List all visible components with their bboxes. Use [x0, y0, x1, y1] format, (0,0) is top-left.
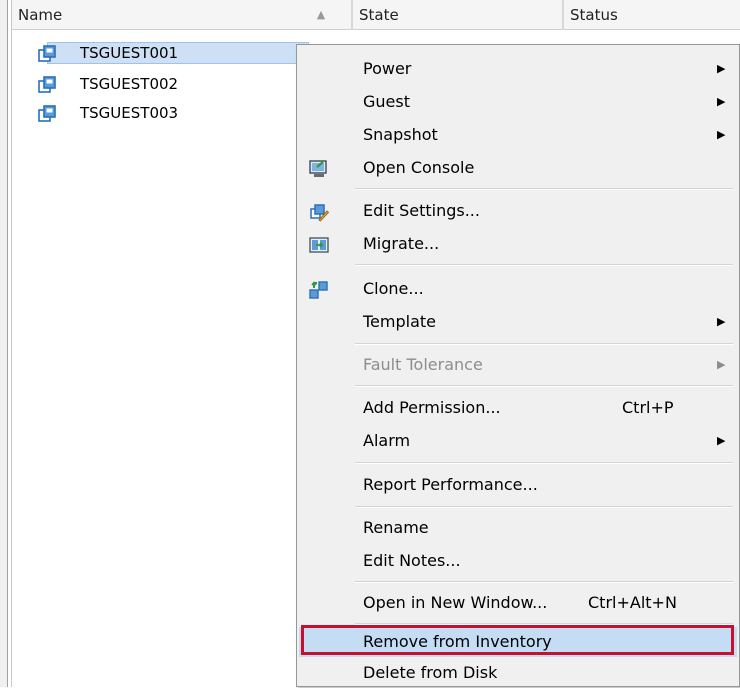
menu-item-guest[interactable]: Guest ▶ — [299, 87, 737, 117]
column-header: Name ▲ State Status — [12, 0, 740, 30]
menu-item-report-performance[interactable]: Report Performance... — [299, 470, 737, 500]
annotation-highlight-box — [301, 625, 734, 655]
menu-item-template[interactable]: Template ▶ — [299, 307, 737, 337]
menu-separator — [355, 462, 733, 464]
menu-item-label: Template — [363, 312, 437, 331]
vm-name: TSGUEST001 — [80, 44, 179, 62]
vm-name: TSGUEST002 — [80, 75, 179, 93]
menu-separator — [355, 343, 733, 345]
console-icon — [309, 160, 327, 177]
menu-separator — [355, 506, 733, 508]
submenu-arrow-icon: ▶ — [717, 315, 726, 328]
virtual-machine-icon — [38, 45, 56, 62]
menu-item-label: Alarm — [363, 431, 411, 450]
menu-item-label: Rename — [363, 518, 429, 537]
column-name-label: Name — [18, 6, 63, 24]
menu-item-label: Open Console — [363, 158, 475, 177]
submenu-arrow-icon: ▶ — [717, 434, 726, 447]
menu-item-label: Open in New Window... — [363, 593, 548, 612]
column-name-header[interactable]: Name — [12, 0, 352, 30]
menu-separator — [355, 188, 733, 190]
column-state-header[interactable]: State — [352, 0, 563, 30]
menu-item-label: Migrate... — [363, 234, 440, 253]
submenu-arrow-icon: ▶ — [717, 358, 726, 371]
menu-item-alarm[interactable]: Alarm ▶ — [299, 426, 737, 456]
menu-item-label: Power — [363, 59, 412, 78]
menu-item-open-new-window[interactable]: Open in New Window... Ctrl+Alt+N — [299, 588, 737, 618]
submenu-arrow-icon: ▶ — [717, 95, 726, 108]
menu-item-clone[interactable]: Clone... — [299, 274, 737, 304]
submenu-arrow-icon: ▶ — [717, 62, 726, 75]
menu-separator — [355, 264, 733, 266]
menu-item-add-permission[interactable]: Add Permission... Ctrl+P — [299, 393, 737, 423]
menu-item-fault-tolerance: Fault Tolerance ▶ — [299, 350, 737, 380]
menu-item-edit-settings[interactable]: Edit Settings... — [299, 196, 737, 226]
column-status-header[interactable]: Status — [563, 0, 740, 30]
menu-item-label: Delete from Disk — [363, 663, 498, 682]
menu-item-label: Edit Notes... — [363, 551, 461, 570]
clone-icon — [309, 281, 328, 299]
menu-item-label: Report Performance... — [363, 475, 538, 494]
menu-item-delete-from-disk[interactable]: Delete from Disk — [299, 658, 737, 688]
edit-settings-icon — [310, 204, 329, 222]
menu-item-label: Clone... — [363, 279, 424, 298]
menu-item-shortcut: Ctrl+Alt+N — [588, 593, 677, 612]
virtual-machine-icon — [38, 76, 56, 93]
column-status-label: Status — [570, 6, 618, 24]
menu-item-shortcut: Ctrl+P — [622, 398, 674, 417]
left-frame — [0, 0, 8, 687]
menu-item-snapshot[interactable]: Snapshot ▶ — [299, 120, 737, 150]
menu-item-label: Guest — [363, 92, 410, 111]
menu-item-label: Fault Tolerance — [363, 355, 483, 374]
menu-item-power[interactable]: Power ▶ — [299, 54, 737, 84]
migrate-icon — [309, 237, 329, 253]
menu-item-label: Edit Settings... — [363, 201, 480, 220]
menu-item-edit-notes[interactable]: Edit Notes... — [299, 546, 737, 576]
sort-ascending-icon: ▲ — [316, 8, 326, 21]
menu-item-label: Snapshot — [363, 125, 438, 144]
menu-separator — [355, 581, 733, 583]
menu-item-rename[interactable]: Rename — [299, 513, 737, 543]
column-state-label: State — [359, 6, 399, 24]
menu-item-label: Add Permission... — [363, 398, 501, 417]
menu-item-migrate[interactable]: Migrate... — [299, 229, 737, 259]
submenu-arrow-icon: ▶ — [717, 128, 726, 141]
vm-name: TSGUEST003 — [80, 104, 179, 122]
menu-separator — [355, 385, 733, 387]
virtual-machine-icon — [38, 105, 56, 122]
context-menu: Power ▶ Guest ▶ Snapshot ▶ Open Console … — [296, 44, 740, 687]
menu-item-open-console[interactable]: Open Console — [299, 153, 737, 183]
